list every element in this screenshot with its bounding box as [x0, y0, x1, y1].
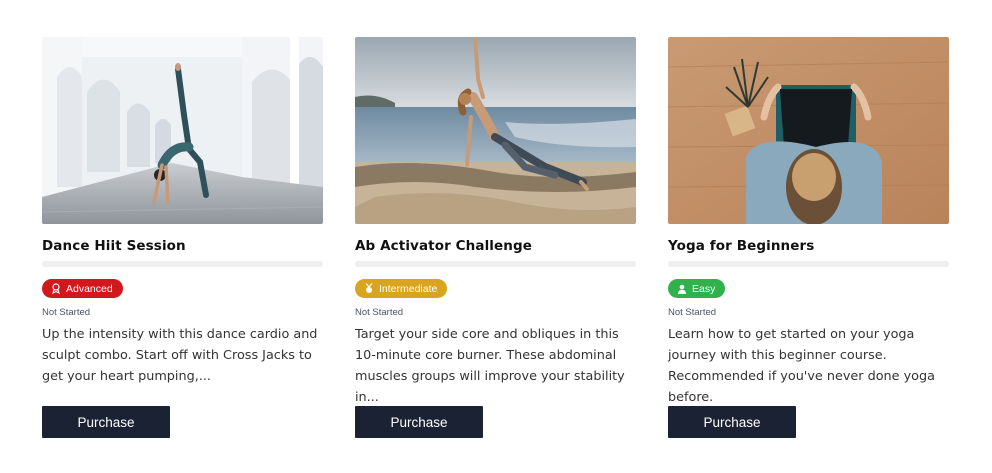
level-label: Easy [692, 282, 716, 295]
dance-hiit-image [42, 37, 323, 224]
course-grid: Dance Hiit Session Advanced Not Started … [42, 37, 949, 438]
level-label: Advanced [66, 282, 113, 295]
medal-icon [364, 283, 374, 294]
purchase-button[interactable]: Purchase [42, 406, 170, 438]
course-title[interactable]: Ab Activator Challenge [355, 237, 636, 255]
yoga-beginners-image [668, 37, 949, 224]
course-title[interactable]: Dance Hiit Session [42, 237, 323, 255]
level-badge: Easy [668, 279, 726, 298]
course-thumbnail[interactable] [355, 37, 636, 224]
level-label: Intermediate [379, 282, 438, 295]
course-description: Learn how to get started on your yoga jo… [668, 327, 935, 405]
purchase-button[interactable]: Purchase [355, 406, 483, 438]
progress-bar [42, 261, 323, 267]
level-badge: Intermediate [355, 279, 448, 298]
course-thumbnail[interactable] [42, 37, 323, 224]
course-card: Ab Activator Challenge Intermediate Not … [355, 37, 636, 438]
course-description: Target your side core and obliques in th… [355, 327, 625, 405]
ab-activator-image [355, 37, 636, 224]
course-title[interactable]: Yoga for Beginners [668, 237, 949, 255]
course-status: Not Started [668, 307, 717, 318]
progress-bar [355, 261, 636, 267]
course-thumbnail[interactable] [668, 37, 949, 224]
course-status: Not Started [42, 307, 91, 318]
course-description: Up the intensity with this dance cardio … [42, 327, 318, 384]
progress-bar [668, 261, 949, 267]
course-card: Dance Hiit Session Advanced Not Started … [42, 37, 323, 438]
course-card: Yoga for Beginners Easy Not Started Lear… [668, 37, 949, 438]
medal-icon [51, 283, 61, 294]
purchase-button[interactable]: Purchase [668, 406, 796, 438]
level-badge: Advanced [42, 279, 123, 298]
course-status: Not Started [355, 307, 404, 318]
person-icon [677, 284, 687, 294]
